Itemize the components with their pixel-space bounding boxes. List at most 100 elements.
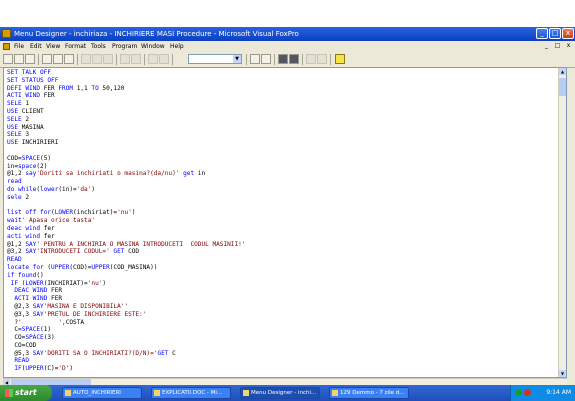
modify-form-icon[interactable] [159, 54, 169, 64]
foxpro-app-icon[interactable] [2, 29, 11, 38]
menu-program[interactable]: Program [112, 41, 137, 52]
code-line[interactable]: @1,2 say'Doriti sa inchiriati o masina?(… [7, 170, 245, 178]
title-bar[interactable]: Menu Designer - inchiriaza - INCHIRIERE … [0, 27, 575, 41]
code-token: read [7, 178, 22, 186]
scroll-up-icon[interactable]: ▲ [559, 68, 566, 75]
code-line[interactable]: IF(UPPER(C)='D') [7, 365, 245, 373]
doc-minimize-button[interactable]: _ [542, 42, 551, 50]
document-system-icon[interactable] [3, 43, 10, 50]
toolbar-separator [302, 54, 303, 65]
code-line[interactable]: in=space(2) [7, 163, 245, 171]
code-line[interactable]: list off for(LOWER(inchiriat)='nu') [7, 209, 245, 217]
code-token: FER [43, 92, 55, 100]
form-wizard-icon[interactable] [278, 54, 288, 64]
run-icon[interactable] [148, 54, 158, 64]
code-line[interactable]: sele 2 [7, 194, 245, 202]
vertical-scrollbar[interactable]: ▲ ▼ [558, 68, 566, 377]
code-editor[interactable]: SET TALK OFF SET STATUS OFF DEFI WIND FER … [3, 67, 567, 378]
copy-icon[interactable] [92, 54, 102, 64]
view-window-icon[interactable] [261, 54, 271, 64]
code-line[interactable]: COD=SPACE(5) [7, 155, 245, 163]
code-line[interactable]: SELE 3 [7, 131, 245, 139]
close-button[interactable]: x [562, 28, 574, 39]
code-text[interactable]: SET TALK OFF SET STATUS OFF DEFI WIND FER … [7, 69, 245, 373]
code-token: 2 [25, 193, 30, 201]
code-line[interactable]: @3,3 SAY'PRETUL DE INCHIRIERE ESTE:' [7, 311, 245, 319]
code-line[interactable]: SET TALK OFF [7, 69, 245, 77]
spell-check-icon[interactable] [64, 54, 74, 64]
code-line[interactable] [7, 147, 245, 155]
print-preview-icon[interactable] [53, 54, 63, 64]
code-line[interactable]: locate for (UPPER(COD)=UPPER(COD_MASINA)… [7, 264, 245, 272]
network-icon[interactable] [515, 389, 522, 396]
code-line[interactable]: @5,3 SAY'DORITI SA O INCHIRIATI?(D/N)='G… [7, 350, 245, 358]
code-line[interactable]: SET STATUS OFF [7, 77, 245, 85]
code-line[interactable]: SELE 2 [7, 116, 245, 124]
code-token: ) [102, 279, 107, 287]
code-line[interactable]: USE INCHIRIERI [7, 139, 245, 147]
code-line[interactable]: READ [7, 357, 245, 365]
menu-tools[interactable]: Tools [91, 41, 106, 52]
code-line[interactable]: @2,3 SAY'MASINA E DISPONIBILA'' [7, 303, 245, 311]
code-token: ?' ',COSTA [7, 318, 85, 326]
clock[interactable]: 9:14 AM [546, 385, 571, 401]
redo-icon[interactable] [131, 54, 141, 64]
maximize-button[interactable]: □ [549, 28, 561, 39]
save-icon[interactable] [25, 54, 35, 64]
menu-format[interactable]: Format [65, 41, 86, 52]
code-line[interactable]: deac wind fer [7, 225, 245, 233]
code-line[interactable]: ?' ',COSTA [7, 319, 245, 327]
undo-icon[interactable] [120, 54, 130, 64]
code-line[interactable]: SELE 1 [7, 100, 245, 108]
autoreport-icon[interactable] [317, 54, 327, 64]
menu-file[interactable]: File [14, 41, 24, 52]
antivirus-icon[interactable] [524, 389, 531, 396]
code-line[interactable]: ACTI WIND FER [7, 92, 245, 100]
report-wizard-icon[interactable] [289, 54, 299, 64]
code-line[interactable]: READ [7, 256, 245, 264]
command-window-icon[interactable] [250, 54, 260, 64]
code-line[interactable]: DEAC WIND FER [7, 287, 245, 295]
code-line[interactable]: acti wind fer [7, 233, 245, 241]
scroll-thumb[interactable] [559, 78, 566, 96]
chevron-down-icon[interactable]: ▼ [233, 55, 241, 63]
doc-restore-button[interactable]: □ [553, 42, 562, 50]
start-button[interactable]: start [0, 385, 52, 401]
code-line[interactable]: CO=COD [7, 342, 245, 350]
print-icon[interactable] [42, 54, 52, 64]
help-icon[interactable] [335, 54, 345, 64]
code-line[interactable]: @1,2 SAY' PENTRU A INCHIRIA O MASINA INT… [7, 241, 245, 249]
open-icon[interactable] [14, 54, 24, 64]
code-line[interactable]: do while(lower(in)='da') [7, 186, 245, 194]
code-token: (1) [40, 326, 52, 334]
scroll-down-icon[interactable]: ▼ [559, 370, 566, 377]
taskbar-item[interactable]: AUTO_INCHIRIERI [62, 387, 142, 399]
menu-window[interactable]: Window [141, 41, 165, 52]
menu-edit[interactable]: Edit [30, 41, 42, 52]
code-line[interactable]: ACTI WIND FER [7, 295, 245, 303]
paste-icon[interactable] [103, 54, 113, 64]
doc-close-button[interactable]: x [564, 42, 573, 50]
taskbar-item[interactable]: 129 Demmo - 7 zile d... [329, 387, 409, 399]
code-line[interactable] [7, 202, 245, 210]
code-line[interactable]: USE MASINA [7, 124, 245, 132]
code-line[interactable]: C=SPACE(1) [7, 326, 245, 334]
menu-view[interactable]: View [46, 41, 60, 52]
code-line[interactable]: wait' Apasa orice tasta' [7, 217, 245, 225]
code-line[interactable]: read [7, 178, 245, 186]
new-icon[interactable] [3, 54, 13, 64]
menu-help[interactable]: Help [170, 41, 184, 52]
code-line[interactable]: DEFI WIND FER FROM 1,1 TO 50,120 [7, 85, 245, 93]
code-line[interactable]: IF (LOWER(INCHIRIAT)='nu') [7, 280, 245, 288]
autoform-icon[interactable] [306, 54, 316, 64]
code-token: USE [7, 123, 22, 131]
code-line[interactable]: if found() [7, 272, 245, 280]
cut-icon[interactable] [81, 54, 91, 64]
code-line[interactable]: CO=SPACE(3) [7, 334, 245, 342]
taskbar-item[interactable]: EXPLICATII.DOC - Mi... [151, 387, 231, 399]
minimize-button[interactable]: _ [536, 28, 548, 39]
taskbar-item-active[interactable]: Menu Designer - inchi... [240, 387, 320, 399]
code-line[interactable]: USE CLIENT [7, 108, 245, 116]
code-line[interactable]: @3,2 SAY'INTRODUCETI CODUL=' GET COD [7, 248, 245, 256]
database-combo[interactable]: ▼ [188, 54, 242, 64]
